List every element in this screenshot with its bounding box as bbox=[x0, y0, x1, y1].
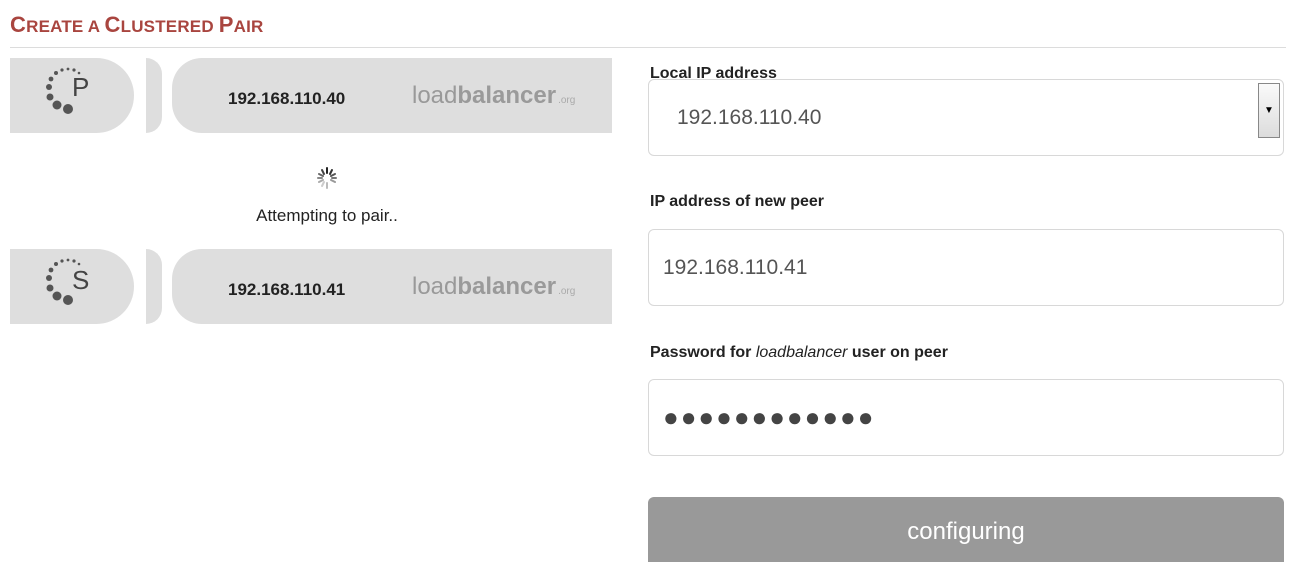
secondary-node-card: S 192.168.110.41 loadbalancer .org bbox=[10, 249, 612, 324]
svg-text:S: S bbox=[72, 265, 89, 295]
card-segment bbox=[146, 58, 162, 133]
card-segment bbox=[146, 249, 162, 324]
pairing-status: Attempting to pair.. bbox=[256, 206, 398, 225]
primary-node-icon: P bbox=[46, 67, 89, 114]
local-ip-select[interactable]: 192.168.110.40 ▼ bbox=[648, 79, 1284, 156]
peer-ip-label: IP address of new peer bbox=[650, 193, 824, 210]
password-label: Password for loadbalancer user on peer bbox=[650, 344, 948, 361]
local-ip-value: 192.168.110.40 bbox=[677, 106, 822, 129]
svg-text:P: P bbox=[72, 72, 89, 102]
password-value: ●●●●●●●●●●●● bbox=[663, 402, 876, 432]
peer-ip-input[interactable]: 192.168.110.41 bbox=[648, 229, 1284, 306]
secondary-node-icon: S bbox=[46, 258, 89, 305]
loading-spinner-icon bbox=[317, 167, 337, 189]
primary-node-card: P 192.168.110.40 loadbalancer .org bbox=[10, 58, 612, 133]
dropdown-arrow-icon[interactable]: ▼ bbox=[1258, 83, 1280, 138]
primary-ip: 192.168.110.40 bbox=[228, 89, 346, 108]
password-input[interactable]: ●●●●●●●●●●●● bbox=[648, 379, 1284, 456]
secondary-ip: 192.168.110.41 bbox=[228, 280, 346, 299]
title-divider bbox=[10, 47, 1286, 48]
brand-logo: loadbalancer .org bbox=[412, 82, 576, 109]
configure-button[interactable]: configuring bbox=[648, 497, 1284, 562]
brand-logo: loadbalancer .org bbox=[412, 273, 576, 300]
page-title: CREATE A CLUSTERED PAIR bbox=[10, 12, 264, 37]
